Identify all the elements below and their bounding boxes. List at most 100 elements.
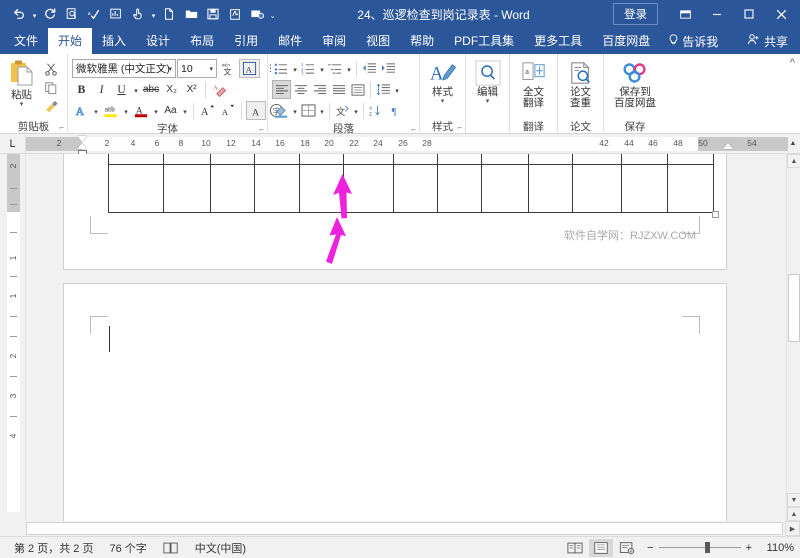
font-name-input[interactable]: 微软雅黑 (中文正文) ▾	[72, 59, 176, 78]
table-cell[interactable]	[163, 164, 211, 213]
print-preview-icon[interactable]	[61, 3, 83, 25]
table-cell[interactable]	[209, 164, 256, 213]
zoom-out-button[interactable]: −	[647, 542, 653, 554]
tab-references[interactable]: 引用	[224, 28, 268, 54]
table-cell[interactable]	[620, 164, 669, 213]
read-mode-button[interactable]	[563, 539, 587, 557]
tell-me-box[interactable]: 告诉我	[660, 28, 726, 54]
tab-home[interactable]: 开始	[48, 28, 93, 54]
table-cell[interactable]	[481, 164, 529, 213]
font-size-dropdown-icon[interactable]: ▾	[209, 65, 213, 73]
align-center-icon[interactable]	[291, 80, 310, 99]
table-resize-handle[interactable]	[712, 211, 719, 218]
table-cell[interactable]	[481, 154, 529, 165]
cjk-text-layout-icon[interactable]: 文	[333, 101, 352, 120]
print-layout-button[interactable]	[589, 538, 614, 557]
cut-icon[interactable]	[41, 60, 61, 77]
scroll-up-arrow-icon[interactable]: ▲	[787, 154, 800, 168]
numbering-icon[interactable]: 123	[299, 59, 318, 78]
table-cell[interactable]	[254, 164, 300, 213]
horizontal-ruler[interactable]: 2 2 4 6 8 10 12 14 16 18 20 22 24 26 28 …	[26, 136, 788, 155]
styles-button[interactable]: A 样式 ▾	[424, 57, 461, 105]
sort-icon[interactable]: AZ	[367, 101, 386, 120]
table-cell[interactable]	[107, 164, 165, 213]
proofing-status-icon[interactable]	[155, 541, 187, 555]
justify-icon[interactable]	[329, 80, 348, 99]
styles-dropdown-icon[interactable]: ▾	[441, 98, 445, 105]
highlight-color-icon[interactable]: ab	[101, 101, 121, 120]
tab-more-tools[interactable]: 更多工具	[524, 28, 592, 54]
editing-button[interactable]: 编辑 ▾	[470, 57, 505, 105]
decrease-indent-icon[interactable]	[360, 59, 379, 78]
shading-dropdown-icon[interactable]: ▾	[291, 101, 299, 120]
scroll-down-arrow-icon[interactable]: ▼	[787, 493, 800, 507]
font-name-dropdown-icon[interactable]: ▾	[168, 65, 172, 73]
table-cell[interactable]	[392, 154, 439, 165]
close-button[interactable]	[766, 1, 796, 27]
horizontal-scroll-track[interactable]	[26, 522, 783, 535]
borders-dropdown-icon[interactable]: ▾	[318, 101, 326, 120]
tab-review[interactable]: 审阅	[312, 28, 356, 54]
tab-pdf-tools[interactable]: PDF工具集	[444, 28, 524, 54]
select-browse-object-icon[interactable]: ▲	[787, 507, 800, 521]
bullets-dropdown-icon[interactable]: ▾	[291, 59, 299, 78]
table-cell[interactable]	[527, 154, 574, 165]
grow-font-icon[interactable]: A	[198, 101, 217, 120]
align-left-icon[interactable]	[272, 80, 291, 99]
table-row[interactable]	[107, 164, 714, 213]
align-right-icon[interactable]	[310, 80, 329, 99]
vertical-ruler[interactable]: 2 1 1 2 3 4	[0, 154, 26, 521]
underline-dropdown-icon[interactable]: ▾	[132, 80, 140, 99]
line-spacing-icon[interactable]	[374, 80, 393, 99]
styles-dialog-launcher-icon[interactable]: ⌐	[457, 123, 462, 132]
maximize-button[interactable]	[734, 1, 764, 27]
italic-button[interactable]: I	[92, 80, 111, 99]
zoom-level-label[interactable]: 110%	[760, 542, 794, 554]
table-cell[interactable]	[298, 154, 344, 165]
paste-button[interactable]: 粘贴 ▾	[4, 57, 39, 108]
shrink-font-icon[interactable]: A	[218, 101, 237, 120]
hanging-indent-marker[interactable]	[77, 143, 87, 149]
word-count[interactable]: 76 个字	[101, 540, 154, 556]
shading-icon[interactable]	[272, 101, 291, 120]
email-icon[interactable]	[246, 3, 268, 25]
text-effects-icon[interactable]: A	[72, 101, 91, 120]
tab-insert[interactable]: 插入	[92, 28, 136, 54]
distribute-icon[interactable]	[348, 80, 367, 99]
share-button[interactable]: 共享	[741, 33, 794, 50]
full-text-translate-button[interactable]: a 全文 翻译	[514, 57, 553, 109]
tab-stop-selector[interactable]: L	[0, 134, 26, 153]
cjk-layout-dropdown-icon[interactable]: ▾	[352, 101, 360, 120]
character-border-icon[interactable]: A	[239, 59, 260, 78]
vertical-scroll-thumb[interactable]	[788, 274, 800, 342]
table-cell[interactable]	[254, 154, 300, 165]
multilevel-list-icon[interactable]	[326, 59, 345, 78]
touch-mode-dropdown-icon[interactable]: ▾	[149, 3, 158, 25]
undo-icon[interactable]	[8, 3, 30, 25]
table-cell[interactable]	[620, 154, 669, 165]
document-page-2[interactable]	[64, 284, 726, 521]
open-folder-icon[interactable]	[180, 3, 202, 25]
highlight-dropdown-icon[interactable]: ▾	[122, 101, 130, 120]
right-indent-marker[interactable]	[723, 143, 733, 149]
font-color-icon[interactable]: A	[131, 101, 151, 120]
char-shading-icon[interactable]: A	[246, 101, 266, 120]
web-layout-button[interactable]	[615, 539, 639, 557]
tab-view[interactable]: 视图	[356, 28, 400, 54]
table-cell[interactable]	[163, 154, 211, 165]
change-case-button[interactable]: Aa	[161, 101, 180, 120]
change-case-dropdown-icon[interactable]: ▾	[181, 101, 189, 120]
line-spacing-dropdown-icon[interactable]: ▾	[393, 80, 401, 99]
increase-indent-icon[interactable]	[379, 59, 398, 78]
language-indicator[interactable]: 中文(中国)	[187, 540, 254, 556]
bullets-icon[interactable]	[272, 59, 291, 78]
table-cell[interactable]	[527, 164, 574, 213]
page-indicator[interactable]: 第 2 页，共 2 页	[6, 540, 101, 556]
numbering-dropdown-icon[interactable]: ▾	[318, 59, 326, 78]
table-cell[interactable]	[437, 154, 483, 165]
clipboard-dialog-launcher-icon[interactable]: ⌐	[59, 123, 64, 132]
table-cell[interactable]	[209, 154, 256, 165]
touch-mode-icon[interactable]	[127, 3, 149, 25]
zoom-in-button[interactable]: +	[746, 542, 752, 554]
ribbon-display-options-icon[interactable]	[670, 1, 700, 27]
